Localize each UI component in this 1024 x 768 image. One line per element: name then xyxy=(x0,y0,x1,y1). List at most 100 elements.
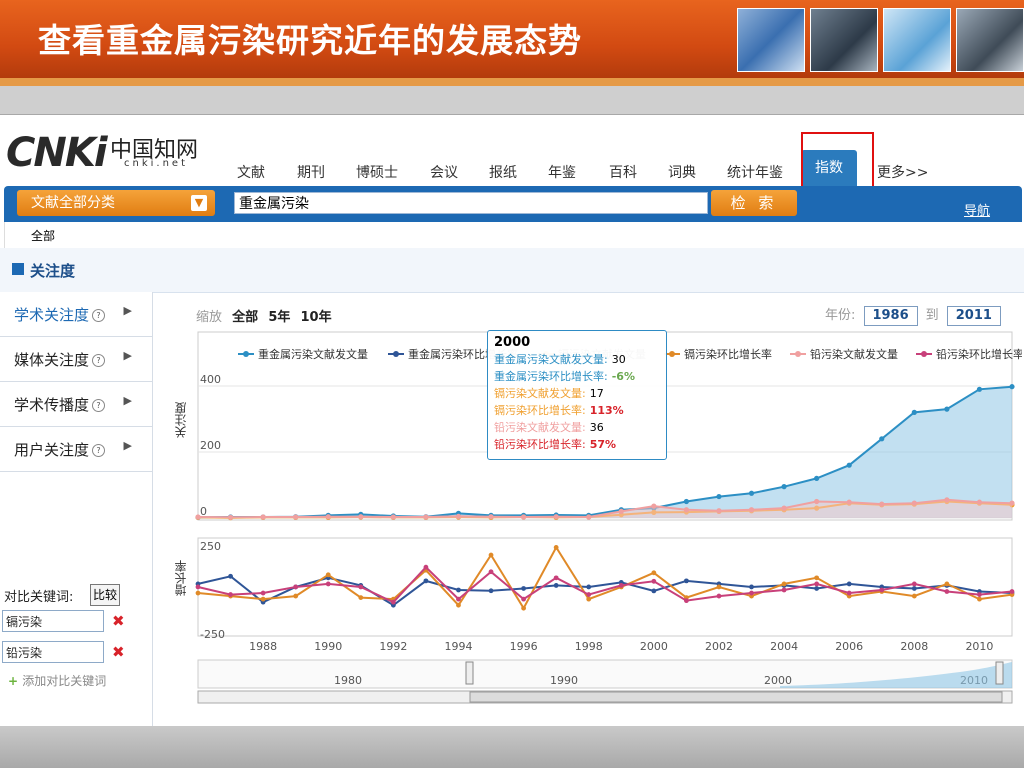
nav-item-nianjian[interactable]: 年鉴 xyxy=(548,162,576,182)
x-tick-label: 2004 xyxy=(770,640,798,653)
data-point xyxy=(911,593,917,599)
delete-icon[interactable]: ✖ xyxy=(112,612,125,630)
navigator-handle-left xyxy=(465,661,474,685)
data-point xyxy=(879,436,885,442)
series-line xyxy=(197,545,1013,611)
menu-item-academic-attention[interactable]: 学术关注度? ▶ xyxy=(0,292,152,337)
data-point xyxy=(358,595,364,600)
chevron-right-icon: ▶ xyxy=(123,304,132,317)
data-point xyxy=(195,584,201,590)
search-input[interactable]: 重金属污染 xyxy=(234,192,708,214)
help-icon[interactable]: ? xyxy=(92,399,106,412)
section-icon xyxy=(12,263,24,275)
data-point xyxy=(879,587,885,593)
nav-item-boshuoshi[interactable]: 博硕士 xyxy=(356,162,398,182)
data-point xyxy=(1009,384,1015,390)
data-point xyxy=(260,596,266,602)
nav-item-more[interactable]: 更多>> xyxy=(877,162,928,182)
data-point xyxy=(716,493,722,500)
nav-item-qikan[interactable]: 期刊 xyxy=(297,162,325,182)
menu-item-media-attention[interactable]: 媒体关注度? ▶ xyxy=(0,337,152,382)
nav-item-wenxian[interactable]: 文献 xyxy=(237,162,265,182)
menu-item-academic-spread[interactable]: 学术传播度? ▶ xyxy=(0,382,152,427)
tooltip-label: 镉污染环比增长率: xyxy=(494,404,586,417)
menu-label: 学术关注度 xyxy=(14,306,90,324)
menu-item-user-attention[interactable]: 用户关注度? ▶ xyxy=(0,427,152,472)
data-point xyxy=(260,514,266,520)
tooltip-row: 铅污染文献发文量: 36 xyxy=(494,419,660,436)
data-point xyxy=(423,514,429,520)
data-point xyxy=(814,475,820,481)
help-icon[interactable]: ? xyxy=(92,444,106,457)
menu-label: 用户关注度 xyxy=(14,441,90,459)
chart-tooltip: 2000 重金属污染文献发文量: 30 重金属污染环比增长率: -6% 镉污染文献发文量… xyxy=(487,330,667,460)
data-point xyxy=(228,592,233,597)
guide-link[interactable]: 导航 xyxy=(964,200,990,219)
tooltip-value: 57% xyxy=(589,438,617,451)
search-button[interactable]: 检 索 xyxy=(711,190,797,216)
menu-label: 媒体关注度 xyxy=(14,351,90,369)
cnki-logo[interactable]: CNKi 中国知网 cnki.net xyxy=(6,130,198,176)
help-icon[interactable]: ? xyxy=(92,354,106,367)
data-point xyxy=(911,409,917,415)
legend-label: 铅污染文献发文量 xyxy=(810,347,898,361)
y-tick-label: 400 xyxy=(200,373,221,386)
slide-divider xyxy=(0,78,1024,86)
legend-label: 铅污染环比增长率 xyxy=(936,347,1022,361)
tooltip-row: 镉污染环比增长率: 113% xyxy=(494,402,660,419)
data-point xyxy=(553,514,559,520)
slide-footer xyxy=(0,726,1024,768)
data-point xyxy=(586,592,592,597)
add-keyword-link[interactable]: + 添加对比关键词 xyxy=(8,672,106,689)
nav-item-cidian[interactable]: 词典 xyxy=(668,162,696,182)
tooltip-row: 重金属污染环比增长率: -6% xyxy=(494,368,660,385)
data-point xyxy=(325,572,331,578)
data-point xyxy=(749,584,754,590)
menu-label: 学术传播度 xyxy=(14,396,90,414)
compare-button[interactable]: 比较 xyxy=(90,584,120,606)
navigator-label: 1990 xyxy=(550,674,578,687)
data-point xyxy=(618,508,624,514)
data-point xyxy=(716,593,722,599)
tooltip-row: 铅污染环比增长率: 57% xyxy=(494,436,660,453)
data-point xyxy=(911,500,917,506)
data-point xyxy=(521,596,526,602)
data-point xyxy=(1009,589,1015,594)
category-label: 文献全部分类 xyxy=(31,195,115,211)
data-point xyxy=(456,596,461,602)
add-keyword-label: 添加对比关键词 xyxy=(22,674,107,688)
navigator-label: 1980 xyxy=(334,674,362,687)
nav-item-baozhi[interactable]: 报纸 xyxy=(489,162,517,182)
chevron-right-icon: ▶ xyxy=(123,349,132,362)
data-point xyxy=(488,569,494,575)
data-point xyxy=(586,596,592,602)
legend-marker xyxy=(669,351,675,357)
data-point xyxy=(748,507,755,513)
nav-item-tongjinianjian[interactable]: 统计年鉴 xyxy=(727,162,783,182)
data-point xyxy=(390,599,396,605)
tooltip-label: 铅污染文献发文量: xyxy=(494,421,586,434)
compare-keyword-input[interactable]: 镉污染 xyxy=(2,610,104,632)
data-point xyxy=(195,590,201,596)
x-tick-label: 1990 xyxy=(314,640,342,653)
y-tick-label: 200 xyxy=(200,439,221,452)
data-point xyxy=(781,587,787,593)
data-point xyxy=(423,564,429,570)
data-point xyxy=(521,586,526,591)
nav-item-huiyi[interactable]: 会议 xyxy=(430,162,458,182)
data-point xyxy=(846,462,852,468)
data-point xyxy=(423,578,429,584)
tooltip-value: 30 xyxy=(611,353,626,366)
tooltip-label: 镉污染文献发文量: xyxy=(494,387,586,400)
nav-item-baike[interactable]: 百科 xyxy=(609,162,637,182)
tooltip-value: 113% xyxy=(589,404,624,417)
chevron-down-icon[interactable]: ▼ xyxy=(191,195,207,211)
data-point xyxy=(1009,500,1015,506)
x-tick-label: 2000 xyxy=(640,640,668,653)
delete-icon[interactable]: ✖ xyxy=(112,643,125,661)
compare-keyword-input[interactable]: 铅污染 xyxy=(2,641,104,663)
section-header: 关注度 xyxy=(0,248,1024,293)
scope-label[interactable]: 全部 xyxy=(31,227,55,244)
category-dropdown[interactable]: 文献全部分类 ▼ xyxy=(17,190,215,216)
help-icon[interactable]: ? xyxy=(92,309,106,322)
